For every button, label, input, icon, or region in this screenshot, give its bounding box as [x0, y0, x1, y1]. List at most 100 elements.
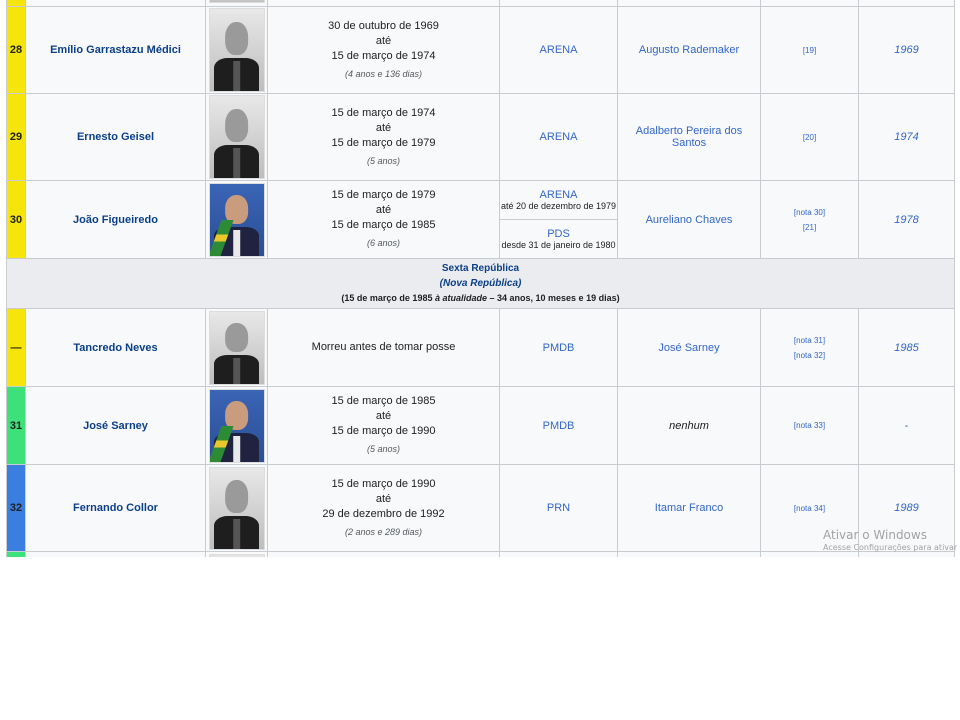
photo-cell — [205, 93, 268, 181]
term-start: 30 de outubro de 1969 — [328, 19, 439, 32]
table-row-next — [6, 551, 955, 557]
president-name-link[interactable]: Fernando Collor — [73, 502, 158, 514]
name-cell: Tancredo Neves — [25, 308, 206, 387]
election-link[interactable]: 1978 — [894, 214, 918, 226]
republic-period: (15 de março de 1985 à atualidade – 34 a… — [7, 291, 954, 306]
president-name-link[interactable]: Tancredo Neves — [73, 342, 157, 354]
term-cell: 30 de outubro de 1969 até 15 de março de 1… — [267, 6, 500, 94]
election-link[interactable]: 1985 — [894, 342, 918, 354]
term-duration: (6 anos) — [366, 238, 401, 248]
term-duration: (2 anos e 289 dias) — [344, 526, 423, 537]
table-row: — Tancredo Neves Morreu antes de tomar pos… — [6, 308, 955, 387]
table-row: 32 Fernando Collor 15 de março de 1990 até 2… — [6, 464, 955, 552]
republic-subtitle-link[interactable]: (Nova República) — [7, 276, 954, 291]
president-name-link[interactable]: João Figueiredo — [73, 214, 158, 226]
party-cell: ARENA até 20 de dezembro de 1979 PDS desde … — [499, 180, 618, 259]
election-cell: 1989 — [858, 464, 955, 552]
vice-president-none: nenhum — [669, 419, 709, 432]
photo-cell — [205, 6, 268, 94]
row-number-cell: 32 — [6, 464, 26, 552]
table-row: 29 Ernesto Geisel 15 de março de 1974 até 15… — [6, 93, 955, 181]
name-cell: José Sarney — [25, 386, 206, 465]
row-number-cell: 29 — [6, 93, 26, 181]
references-cell: [20] — [760, 93, 859, 181]
party-cell: PMDB — [499, 308, 618, 387]
portrait-image[interactable] — [208, 466, 265, 550]
term-note: Morreu antes de tomar posse — [311, 341, 456, 353]
portrait-image[interactable] — [208, 95, 265, 179]
term-start: 15 de março de 1979 — [331, 189, 436, 201]
vice-president-cell: Aureliano Chaves — [617, 180, 761, 259]
vice-president-link[interactable]: Itamar Franco — [655, 502, 723, 514]
period-italic: à atualidade — [434, 293, 487, 303]
period-end: – 34 anos, 10 meses e 19 dias) — [487, 293, 620, 303]
party-link[interactable]: PMDB — [543, 342, 575, 354]
election-link[interactable]: 1989 — [894, 502, 918, 514]
portrait-image[interactable] — [208, 310, 265, 385]
election-cell: 1978 — [858, 180, 955, 259]
term-separator: até — [375, 121, 392, 134]
table-row: 28 Emílio Garrastazu Médici 30 de outubro … — [6, 6, 955, 94]
term-separator: até — [375, 34, 392, 47]
reference-link[interactable]: [nota 34] — [794, 504, 825, 513]
vice-president-link[interactable]: Aureliano Chaves — [646, 214, 733, 226]
vice-president-link[interactable]: José Sarney — [658, 342, 719, 354]
election-link[interactable]: 1974 — [894, 131, 918, 143]
election-link[interactable]: 1969 — [894, 44, 918, 56]
reference-link[interactable]: [nota 30] — [794, 208, 825, 217]
republic-title-link[interactable]: Sexta República — [7, 261, 954, 276]
references-cell: [nota 30] [21] — [760, 180, 859, 259]
presidents-table: 28 Emílio Garrastazu Médici 30 de outubro … — [6, 0, 955, 557]
term-duration: (4 anos e 136 dias) — [344, 68, 423, 79]
reference-link[interactable]: [21] — [803, 223, 816, 232]
republic-header-row: Sexta República (Nova República) (15 de ma… — [6, 258, 955, 309]
portrait-image[interactable] — [208, 182, 265, 257]
party-cell: ARENA — [499, 93, 618, 181]
photo-cell — [205, 551, 268, 557]
term-end: 15 de março de 1985 — [331, 219, 436, 231]
row-number-cell — [6, 551, 26, 557]
table-row: 30 João Figueiredo 15 de março de 1979 até 1… — [6, 180, 955, 259]
references-cell: [nota 31] [nota 32] — [760, 308, 859, 387]
term-start: 15 de março de 1985 — [331, 395, 436, 407]
portrait-image[interactable] — [208, 8, 265, 92]
party-link[interactable]: ARENA — [500, 189, 617, 201]
president-name-link[interactable]: Ernesto Geisel — [77, 131, 154, 143]
reference-link[interactable]: [nota 32] — [794, 351, 825, 360]
references-cell: [nota 34] — [760, 464, 859, 552]
reference-link[interactable]: [nota 33] — [794, 421, 825, 430]
president-name-link[interactable]: Emílio Garrastazu Médici — [50, 44, 181, 56]
term-cell: 15 de março de 1979 até 15 de março de 198… — [267, 180, 500, 259]
vice-president-cell: José Sarney — [617, 308, 761, 387]
portrait-image[interactable] — [208, 388, 265, 463]
table-row: 31 José Sarney 15 de março de 1985 até 15 de… — [6, 386, 955, 465]
party-link[interactable]: PDS — [500, 228, 617, 240]
portrait-image[interactable] — [208, 554, 265, 557]
name-cell: Fernando Collor — [25, 464, 206, 552]
reference-link[interactable]: [nota 31] — [794, 336, 825, 345]
election-link: - — [904, 419, 909, 432]
party-cell: PRN — [499, 464, 618, 552]
name-cell: Ernesto Geisel — [25, 93, 206, 181]
party-period: até 20 de dezembro de 1979 — [500, 201, 617, 211]
party-link[interactable]: ARENA — [540, 131, 578, 143]
term-separator: até — [375, 492, 392, 505]
portrait-image[interactable] — [208, 0, 265, 3]
vice-president-link[interactable]: Augusto Rademaker — [639, 44, 739, 56]
row-number-cell: 31 — [6, 386, 26, 465]
election-cell: 1985 — [858, 308, 955, 387]
term-separator: até — [375, 410, 392, 422]
president-name-link[interactable]: José Sarney — [83, 420, 148, 432]
row-number-cell: — — [6, 308, 26, 387]
term-duration: (5 anos) — [366, 444, 401, 454]
party-link[interactable]: PMDB — [543, 420, 575, 432]
party-link[interactable]: ARENA — [540, 44, 578, 56]
party-link[interactable]: PRN — [547, 502, 570, 514]
vice-president-link[interactable]: Adalberto Pereira dos Santos — [636, 125, 742, 149]
term-cell: 15 de março de 1985 até 15 de março de 199… — [267, 386, 500, 465]
term-cell: Morreu antes de tomar posse — [267, 308, 500, 387]
reference-link[interactable]: [20] — [803, 133, 816, 142]
term-cell: 15 de março de 1974 até 15 de março de 197… — [267, 93, 500, 181]
reference-link[interactable]: [19] — [803, 46, 816, 55]
references-cell: [19] — [760, 6, 859, 94]
